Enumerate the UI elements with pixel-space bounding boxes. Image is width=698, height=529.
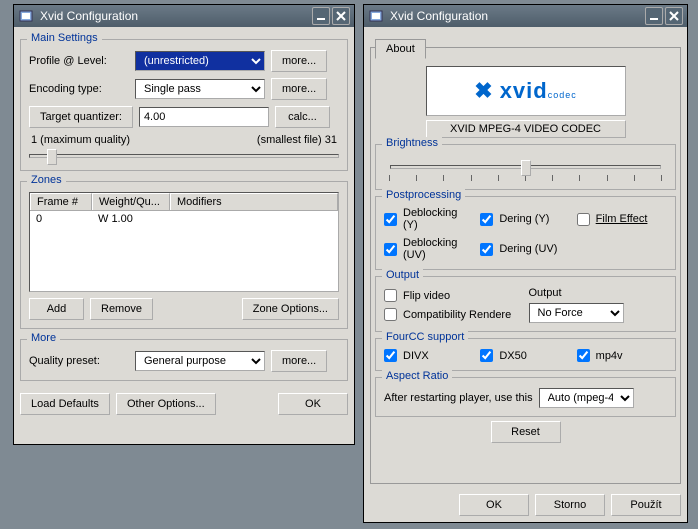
deblocking-y-label: Deblocking (Y) [403,207,474,231]
close-button[interactable] [665,7,683,25]
deblocking-uv-label: Deblocking (UV) [403,237,474,261]
window-title: Xvid Configuration [390,9,645,23]
zone-options-button[interactable]: Zone Options... [242,298,339,320]
fourcc-dx50-checkbox[interactable] [480,349,493,362]
logo-main-text: xvid [500,78,548,103]
profile-select[interactable]: (unrestricted) [135,51,265,71]
compat-renderer-checkbox[interactable] [384,308,397,321]
more-legend: More [27,332,60,344]
brightness-legend: Brightness [382,137,442,149]
fourcc-mp4v-checkbox[interactable] [577,349,590,362]
fourcc-dx50-label: DX50 [499,350,527,362]
aspect-ratio-group: Aspect Ratio After restarting player, us… [375,377,676,417]
zones-header-modifiers[interactable]: Modifiers [170,193,338,210]
fourcc-mp4v-label: mp4v [596,350,623,362]
minimize-button[interactable] [312,7,330,25]
ok-button-right[interactable]: OK [459,494,529,516]
fourcc-divx-label: DIVX [403,350,429,362]
zones-table[interactable]: Frame # Weight/Qu... Modifiers 0 W 1.00 [29,192,339,292]
encoding-label: Encoding type: [29,83,129,95]
target-quantizer-button[interactable]: Target quantizer: [29,106,133,128]
brightness-slider[interactable] [390,161,661,173]
encoding-select[interactable]: Single pass [135,79,265,99]
fourcc-group: FourCC support DIVX DX50 mp4v [375,338,676,371]
profile-more-button[interactable]: more... [271,50,327,72]
table-row[interactable]: 0 W 1.00 [30,211,338,227]
aspect-select[interactable]: Auto (mpeg-4 fi [539,388,634,408]
postprocessing-legend: Postprocessing [382,189,465,201]
logo-sub-text: codec [548,90,577,100]
xvid-logo: ✖ xvidcodec [426,66,626,116]
tab-about[interactable]: About [375,39,426,59]
pouzit-button[interactable]: Použít [611,494,681,516]
flip-video-label: Flip video [403,290,450,302]
main-settings-legend: Main Settings [27,32,102,44]
aspect-legend: Aspect Ratio [382,370,452,382]
dering-uv-label: Dering (UV) [499,243,557,255]
other-options-button[interactable]: Other Options... [116,393,216,415]
ok-button-left[interactable]: OK [278,393,348,415]
quality-min-label: 1 (maximum quality) [31,134,130,146]
add-zone-button[interactable]: Add [29,298,84,320]
xvid-config-window-right: Xvid Configuration About ✖ xvidcodec [363,4,688,523]
dering-y-checkbox[interactable] [480,213,493,226]
storno-button[interactable]: Storno [535,494,605,516]
fourcc-divx-checkbox[interactable] [384,349,397,362]
zone-frame-cell: 0 [30,211,92,227]
more-group: More Quality preset: General purpose mor… [20,339,348,381]
logo-x-icon: ✖ [474,78,493,104]
postprocessing-group: Postprocessing Deblocking (Y) Dering (Y)… [375,196,676,270]
titlebar-right: Xvid Configuration [364,5,687,27]
deblocking-uv-checkbox[interactable] [384,243,397,256]
dering-y-label: Dering (Y) [499,213,549,225]
zone-weight-cell: W 1.00 [92,211,170,227]
compat-renderer-label: Compatibility Rendere [403,309,511,321]
deblocking-y-checkbox[interactable] [384,213,397,226]
zones-legend: Zones [27,174,66,186]
profile-label: Profile @ Level: [29,55,129,67]
app-icon [368,8,384,24]
encoding-more-button[interactable]: more... [271,78,327,100]
quality-preset-label: Quality preset: [29,355,129,367]
reset-button[interactable]: Reset [491,421,561,443]
zone-mods-cell [170,211,338,227]
film-effect-checkbox[interactable] [577,213,590,226]
output-legend: Output [382,269,423,281]
remove-zone-button[interactable]: Remove [90,298,153,320]
zones-group: Zones Frame # Weight/Qu... Modifiers 0 W… [20,181,348,329]
main-settings-group: Main Settings Profile @ Level: (unrestri… [20,39,348,171]
window-title: Xvid Configuration [40,9,312,23]
quality-more-button[interactable]: more... [271,350,327,372]
load-defaults-button[interactable]: Load Defaults [20,393,110,415]
codec-caption: XVID MPEG-4 VIDEO CODEC [426,120,626,138]
dering-uv-checkbox[interactable] [480,243,493,256]
app-icon [18,8,34,24]
target-quantizer-input[interactable] [139,107,269,127]
film-effect-label: Film Effect [596,213,648,225]
zones-header-weight[interactable]: Weight/Qu... [92,193,170,210]
fourcc-legend: FourCC support [382,331,468,343]
close-button[interactable] [332,7,350,25]
output-group: Output Flip video Compatibility Rendere … [375,276,676,332]
zones-header-frame[interactable]: Frame # [30,193,92,210]
xvid-config-window-left: Xvid Configuration Main Settings Profile… [13,4,355,445]
output-label: Output [529,287,668,299]
flip-video-checkbox[interactable] [384,289,397,302]
output-force-select[interactable]: No Force [529,303,624,323]
quality-max-label: (smallest file) 31 [257,134,337,146]
tabs-container: About ✖ xvidcodec XVID MPEG-4 VIDEO CODE… [370,47,681,484]
quality-slider[interactable] [29,150,339,162]
calc-button[interactable]: calc... [275,106,330,128]
brightness-group: Brightness [375,144,676,190]
quality-preset-select[interactable]: General purpose [135,351,265,371]
minimize-button[interactable] [645,7,663,25]
aspect-text: After restarting player, use this [384,392,533,404]
titlebar-left: Xvid Configuration [14,5,354,27]
